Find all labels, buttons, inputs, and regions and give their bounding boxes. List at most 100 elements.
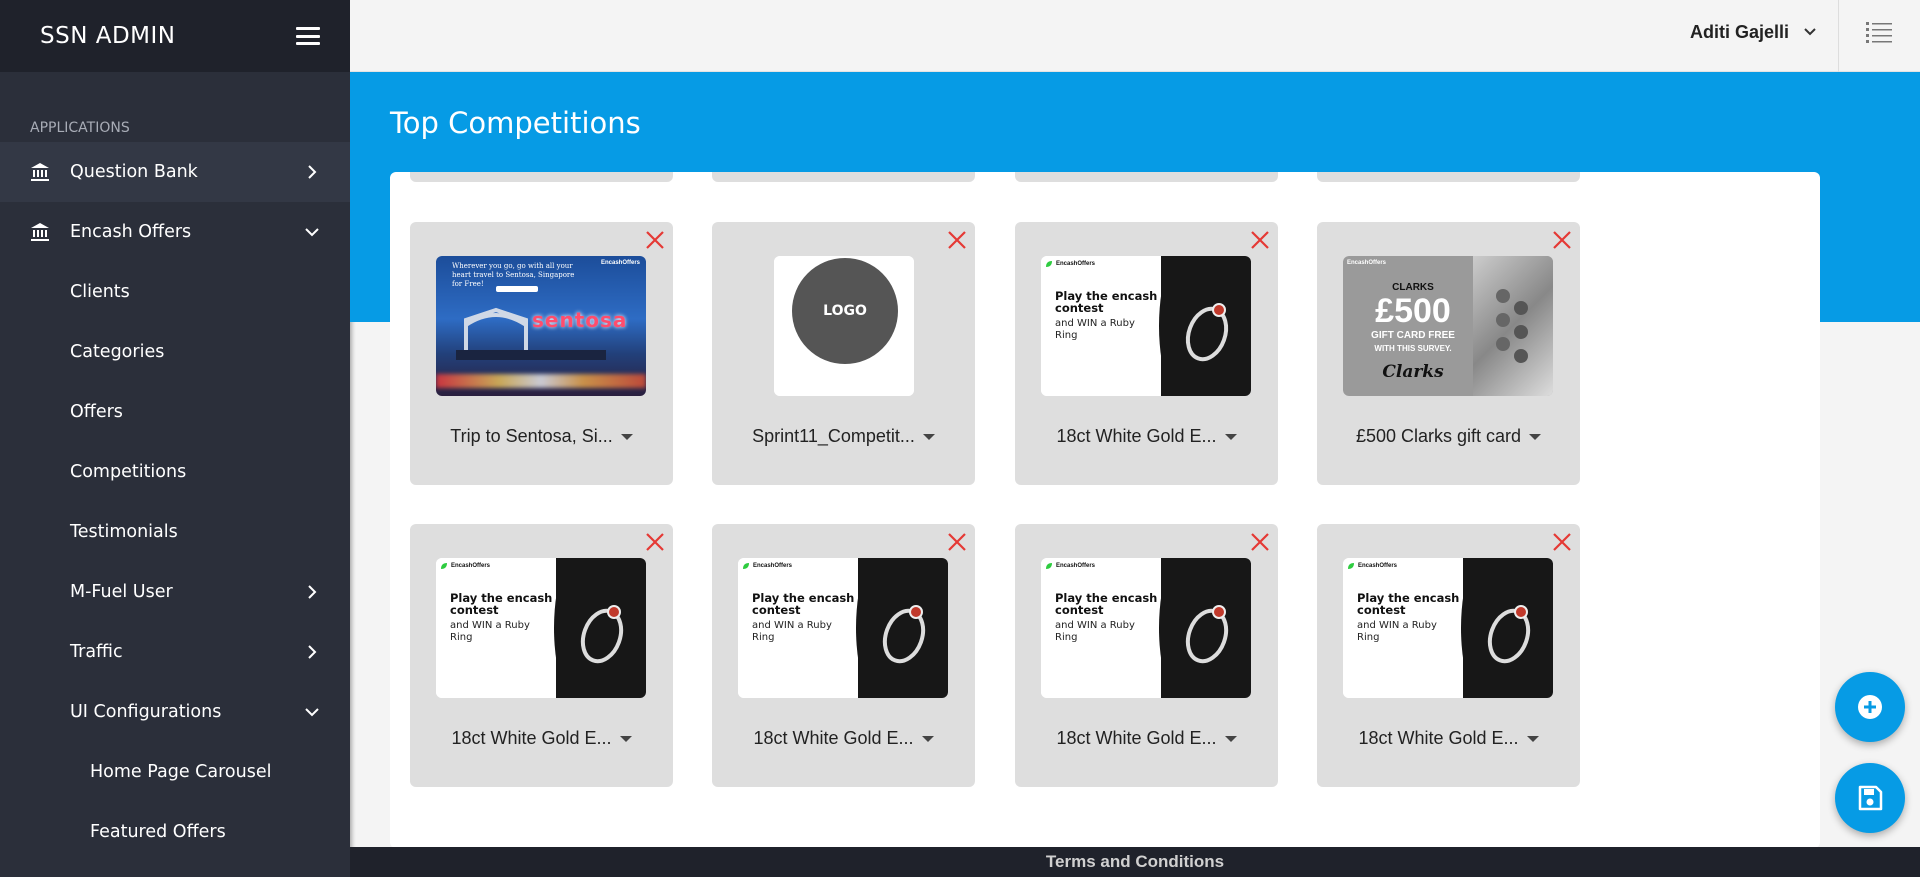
competition-thumbnail: EncashOffers Play the encash contest and…: [738, 558, 948, 698]
divider: [1838, 0, 1839, 72]
dropdown-caret-icon[interactable]: [922, 434, 935, 441]
leaf-icon: [1348, 563, 1354, 569]
close-icon[interactable]: [1552, 532, 1572, 552]
competition-title[interactable]: 18ct White Gold E...: [1025, 426, 1268, 447]
sidebar-item-offers[interactable]: Offers: [0, 382, 350, 442]
sidebar-item-label: UI Configurations: [70, 702, 222, 722]
competition-card[interactable]: EncashOffers Play the encash contest and…: [1317, 524, 1580, 787]
user-name: Aditi Gajelli: [1689, 21, 1789, 42]
dropdown-caret-icon[interactable]: [1529, 434, 1542, 441]
bank-icon: [31, 223, 49, 241]
sidebar-item-m-fuel-user[interactable]: M-Fuel User: [0, 562, 350, 622]
card-stub: [1015, 172, 1278, 182]
chevron-right-icon: [308, 645, 317, 659]
competition-thumbnail: EncashOffers Play the encash contest and…: [1041, 558, 1251, 698]
close-icon[interactable]: [947, 532, 967, 552]
sidebar-item-label: Testimonials: [70, 522, 178, 542]
sidebar-item-encash-offers[interactable]: Encash Offers: [0, 202, 350, 262]
competition-card[interactable]: EncashOffers Play the encash contest and…: [410, 524, 673, 787]
sidebar-item-featured-offers[interactable]: Featured Offers: [0, 802, 350, 862]
terms-link[interactable]: Terms and Conditions: [1046, 852, 1224, 872]
close-icon[interactable]: [1250, 230, 1270, 250]
competition-card[interactable]: LOGO Sprint11_Competit...: [712, 222, 975, 485]
competition-title[interactable]: 18ct White Gold E...: [1025, 728, 1268, 749]
competition-card[interactable]: Wherever you go, go with all your heart …: [410, 222, 673, 485]
close-icon[interactable]: [1250, 532, 1270, 552]
leaf-icon: [441, 563, 447, 569]
add-button[interactable]: [1835, 672, 1905, 742]
sidebar-item-label: Competitions: [70, 462, 187, 482]
competition-thumbnail: EncashOffers Play the encash contest and…: [1343, 558, 1553, 698]
competition-thumbnail: EncashOffers Play the encash contest and…: [1041, 256, 1251, 396]
chevron-right-icon: [308, 585, 317, 599]
plus-circle-icon: [1858, 695, 1882, 719]
user-menu[interactable]: Aditi Gajelli: [1690, 0, 1817, 64]
top-bar: Aditi Gajelli: [350, 0, 1920, 72]
close-icon[interactable]: [947, 230, 967, 250]
dropdown-caret-icon[interactable]: [921, 736, 934, 743]
save-button[interactable]: [1835, 763, 1905, 833]
save-icon: [1858, 785, 1883, 811]
bank-icon: [31, 163, 49, 181]
thumbnail-brand: EncashOffers: [600, 260, 640, 266]
sidebar-item-competitions[interactable]: Competitions: [0, 442, 350, 502]
ring-icon: [882, 605, 926, 664]
chevron-down-icon: [305, 228, 319, 237]
sidebar-item-testimonials[interactable]: Testimonials: [0, 502, 350, 562]
competition-card[interactable]: EncashOffers Play the encash contest and…: [712, 524, 975, 787]
sidebar-item-label: Home Page Carousel: [90, 762, 272, 782]
list-icon[interactable]: [1866, 21, 1892, 43]
sidebar-item-home-page-carousel[interactable]: Home Page Carousel: [0, 742, 350, 802]
competition-title[interactable]: 18ct White Gold E...: [1327, 728, 1570, 749]
sidebar-item-question-bank[interactable]: Question Bank: [0, 142, 350, 202]
sidebar-header: SSN ADMIN: [0, 0, 350, 72]
competition-card[interactable]: EncashOffers Play the encash contest and…: [1015, 222, 1278, 485]
close-icon[interactable]: [645, 230, 665, 250]
page-title: Top Competitions: [390, 106, 641, 140]
sidebar-item-label: Traffic: [70, 642, 123, 662]
chevron-down-icon: [305, 708, 319, 717]
competition-card[interactable]: EncashOffers CLARKS £500 GIFT CARD FREE …: [1317, 222, 1580, 485]
sidebar-item-label: Question Bank: [70, 162, 198, 182]
competition-card[interactable]: EncashOffers Play the encash contest and…: [1015, 524, 1278, 787]
dropdown-caret-icon[interactable]: [1224, 736, 1237, 743]
thumbnail-caption: Wherever you go, go with all your heart …: [452, 262, 575, 288]
competition-title[interactable]: 18ct White Gold E...: [420, 728, 663, 749]
card-stub: [1317, 172, 1580, 182]
brand-title: SSN ADMIN: [40, 23, 176, 49]
leaf-icon: [1046, 261, 1052, 267]
dropdown-caret-icon[interactable]: [620, 434, 633, 441]
hamburger-menu-icon[interactable]: [296, 27, 320, 45]
close-icon[interactable]: [645, 532, 665, 552]
logo-placeholder: LOGO: [792, 258, 898, 364]
competition-title[interactable]: £500 Clarks gift card: [1327, 426, 1570, 447]
sidebar-item-label: Encash Offers: [70, 222, 192, 242]
dropdown-caret-icon[interactable]: [619, 736, 632, 743]
close-icon[interactable]: [1552, 230, 1572, 250]
footer: Terms and Conditions: [350, 847, 1920, 877]
chevron-right-icon: [308, 165, 317, 179]
sidebar-item-label: Categories: [70, 342, 165, 362]
sidebar-item-ui-configurations[interactable]: UI Configurations: [0, 682, 350, 742]
leaf-icon: [743, 563, 749, 569]
sidebar-item-clients[interactable]: Clients: [0, 262, 350, 322]
sidebar-item-label: Clients: [70, 282, 130, 302]
sidebar-item-traffic[interactable]: Traffic: [0, 622, 350, 682]
ring-icon: [1185, 605, 1229, 664]
chevron-down-icon: [1804, 28, 1816, 36]
competition-title[interactable]: Trip to Sentosa, Si...: [420, 426, 663, 447]
competition-thumbnail: EncashOffers Play the encash contest and…: [436, 558, 646, 698]
competitions-panel: Wherever you go, go with all your heart …: [390, 172, 1820, 848]
sidebar-item-categories[interactable]: Categories: [0, 322, 350, 382]
card-stub: [410, 172, 673, 182]
dropdown-caret-icon[interactable]: [1526, 736, 1539, 743]
leaf-icon: [1046, 563, 1052, 569]
card-stub: [712, 172, 975, 182]
studs-illustration: [1496, 289, 1528, 363]
competition-thumbnail: EncashOffers CLARKS £500 GIFT CARD FREE …: [1343, 256, 1553, 396]
competition-title[interactable]: 18ct White Gold E...: [722, 728, 965, 749]
dropdown-caret-icon[interactable]: [1224, 434, 1237, 441]
competition-thumbnail: Wherever you go, go with all your heart …: [436, 256, 646, 396]
ring-icon: [580, 605, 624, 664]
competition-title[interactable]: Sprint11_Competit...: [722, 426, 965, 447]
